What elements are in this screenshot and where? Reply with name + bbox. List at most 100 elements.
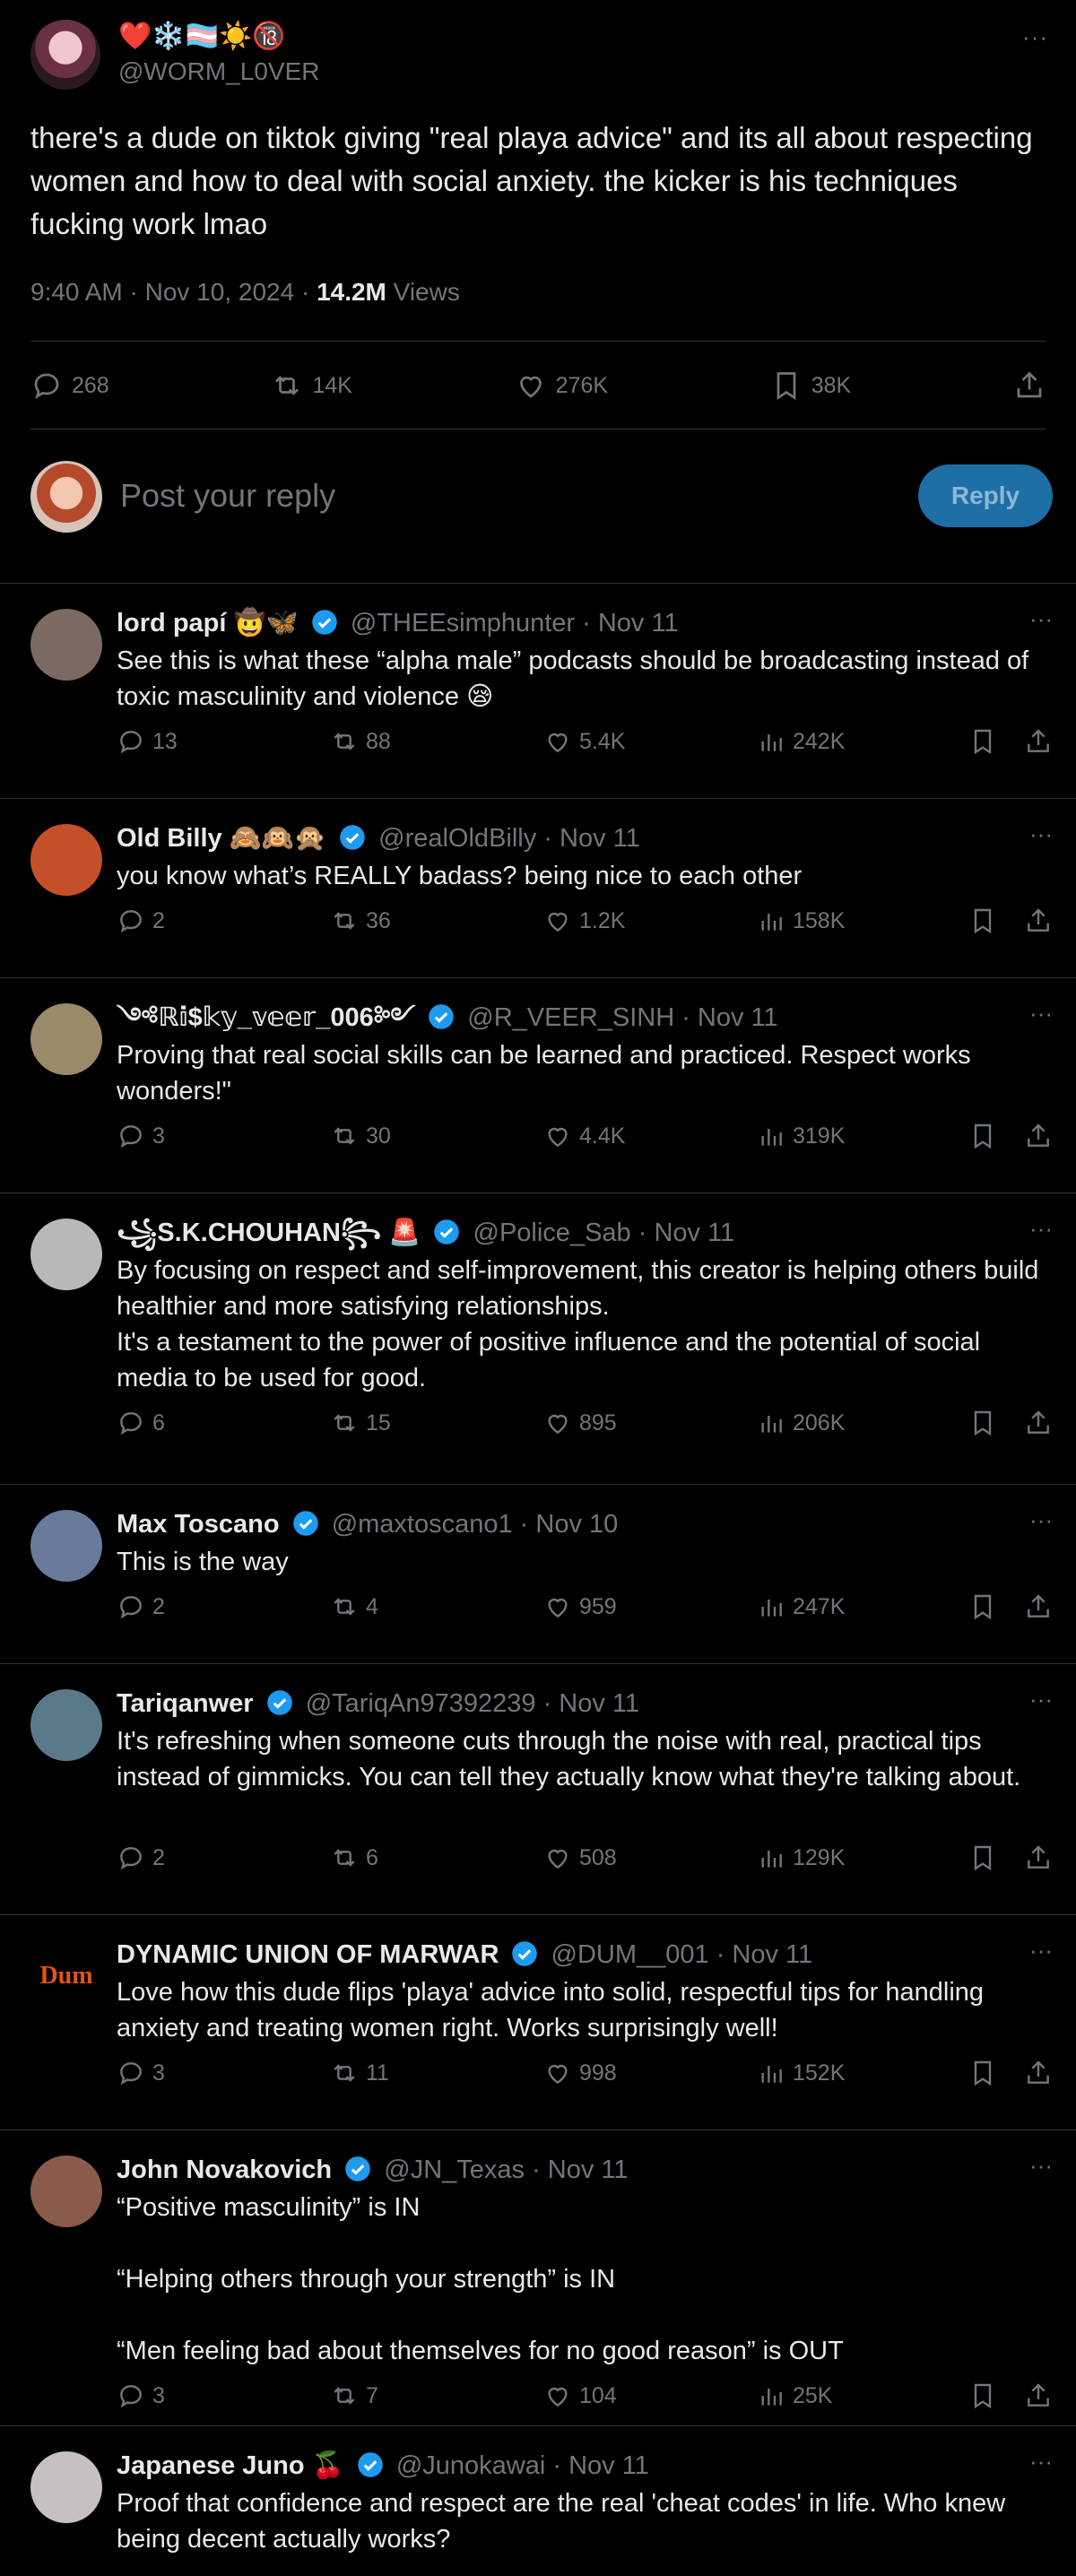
like-action[interactable]: 998 (543, 2059, 617, 2087)
like-action[interactable]: 959 (543, 1592, 617, 1621)
share-action[interactable] (1024, 1409, 1053, 1437)
reply-action[interactable]: 3 (117, 2059, 165, 2087)
more-options-icon[interactable]: ··· (1029, 1506, 1053, 1534)
author-handle[interactable]: @WORM_L0VER (118, 57, 319, 86)
reply-action[interactable]: 3 (117, 2381, 165, 2410)
reply-handle-date[interactable]: @realOldBilly · Nov 11 (378, 824, 640, 853)
repost-action[interactable]: 6 (330, 1843, 378, 1872)
repost-action[interactable]: 88 (330, 727, 391, 756)
reply-avatar[interactable] (30, 1219, 102, 1290)
reply-tweet[interactable]: Max Toscano @maxtoscano1 · Nov 10 ··· Th… (0, 1484, 1076, 1663)
repost-action[interactable]: 15 (330, 1409, 391, 1437)
reply-avatar[interactable] (30, 824, 102, 896)
reply-action[interactable]: 13 (117, 727, 178, 756)
like-action[interactable]: 508 (543, 1843, 617, 1872)
share-action[interactable] (1024, 1843, 1053, 1872)
author-avatar[interactable] (30, 20, 100, 90)
reply-display-name[interactable]: ꧁S.K.CHOUHAN꧂ 🚨 (117, 1219, 421, 1247)
reply-avatar[interactable] (30, 1510, 102, 1582)
repost-action[interactable]: 36 (330, 906, 391, 935)
like-action[interactable]: 5.4K (543, 727, 625, 756)
more-options-icon[interactable]: ··· (1029, 2448, 1053, 2476)
reply-avatar[interactable] (30, 2155, 102, 2227)
reply-avatar[interactable] (30, 2451, 102, 2523)
reply-handle-date[interactable]: @maxtoscano1 · Nov 10 (332, 1510, 619, 1539)
reply-button[interactable]: Reply (918, 464, 1053, 527)
reply-action[interactable]: 2 (117, 1843, 165, 1872)
like-action[interactable]: 4.4K (543, 1122, 625, 1150)
bookmark-action[interactable] (968, 727, 997, 756)
share-action[interactable] (1024, 1592, 1053, 1621)
reply-tweet[interactable]: Tariqanwer @TariqAn97392239 · Nov 11 ···… (0, 1663, 1076, 1914)
reply-handle-date[interactable]: @DUM__001 · Nov 11 (551, 1940, 813, 1969)
views-action[interactable]: 129K (757, 1843, 845, 1872)
reply-handle-date[interactable]: @Police_Sab · Nov 11 (473, 1219, 735, 1247)
repost-action[interactable]: 4 (330, 1592, 378, 1621)
more-options-icon[interactable]: ··· (1029, 1686, 1053, 1713)
views-action[interactable]: 319K (757, 1122, 845, 1150)
reply-handle-date[interactable]: @Junokawai · Nov 11 (396, 2451, 649, 2480)
share-action[interactable] (1024, 2381, 1053, 2410)
views-action[interactable]: 158K (757, 906, 845, 935)
reply-avatar[interactable]: Dum (30, 1940, 102, 2012)
like-action[interactable]: 895 (543, 1409, 617, 1437)
bookmark-action[interactable] (968, 1122, 997, 1150)
reply-display-name[interactable]: Tariqanwer (117, 1689, 254, 1718)
views-action[interactable]: 247K (757, 1592, 845, 1621)
reply-display-name[interactable]: Japanese Juno 🍒 (117, 2451, 344, 2480)
bookmark-action[interactable]: 38K (770, 369, 851, 402)
reply-avatar[interactable] (30, 1003, 102, 1075)
reply-input[interactable]: Post your reply (120, 477, 335, 515)
repost-action[interactable]: 14K (271, 369, 352, 402)
reply-tweet[interactable]: John Novakovich @JN_Texas · Nov 11 ··· “… (0, 2129, 1076, 2425)
reply-tweet[interactable]: ꧁S.K.CHOUHAN꧂ 🚨 @Police_Sab · Nov 11 ···… (0, 1193, 1076, 1484)
reply-handle-date[interactable]: @R_VEER_SINH · Nov 11 (467, 1003, 777, 1032)
reply-avatar[interactable] (30, 609, 102, 681)
reply-action[interactable]: 2 (117, 1592, 165, 1621)
like-action[interactable]: 276K (515, 369, 608, 402)
reply-display-name[interactable]: Old Billy 🙈🙉🙊 (117, 824, 326, 853)
reply-tweet[interactable]: lord papí 🤠🦋 @THEEsimphunter · Nov 11 ··… (0, 583, 1076, 798)
share-action[interactable] (1013, 369, 1046, 402)
views-action[interactable]: 206K (757, 1409, 845, 1437)
more-options-icon[interactable]: ··· (1022, 23, 1048, 51)
bookmark-action[interactable] (968, 1592, 997, 1621)
reply-display-name[interactable]: ༺ℝ𝕚$𝕜𝕪_𝕧𝕖𝕖𝕣_006༻ (117, 1003, 415, 1032)
repost-action[interactable]: 11 (330, 2059, 389, 2087)
more-options-icon[interactable]: ··· (1029, 2152, 1053, 2180)
reply-handle-date[interactable]: @JN_Texas · Nov 11 (384, 2155, 628, 2184)
reply-tweet[interactable]: ༺ℝ𝕚$𝕜𝕪_𝕧𝕖𝕖𝕣_006༻ @R_VEER_SINH · Nov 11 ·… (0, 977, 1076, 1193)
reply-display-name[interactable]: lord papí 🤠🦋 (117, 609, 299, 637)
reply-action[interactable]: 2 (117, 906, 165, 935)
share-action[interactable] (1024, 906, 1053, 935)
bookmark-action[interactable] (968, 1409, 997, 1437)
reply-action[interactable]: 6 (117, 1409, 165, 1437)
like-action[interactable]: 1.2K (543, 906, 625, 935)
views-action[interactable]: 242K (757, 727, 845, 756)
reply-handle-date[interactable]: @TariqAn97392239 · Nov 11 (306, 1689, 639, 1718)
bookmark-action[interactable] (968, 1843, 997, 1872)
repost-action[interactable]: 7 (330, 2381, 378, 2410)
more-options-icon[interactable]: ··· (1029, 1000, 1053, 1028)
reply-display-name[interactable]: DYNAMIC UNION OF MARWAR (117, 1940, 499, 1969)
reply-action[interactable]: 3 (117, 1122, 165, 1150)
reply-handle-date[interactable]: @THEEsimphunter · Nov 11 (351, 609, 679, 637)
share-action[interactable] (1024, 2059, 1053, 2087)
more-options-icon[interactable]: ··· (1029, 820, 1053, 848)
author-display-name[interactable]: ❤️❄️🏳️‍⚧️☀️🔞 (118, 20, 286, 54)
like-action[interactable]: 104 (543, 2381, 617, 2410)
reply-tweet[interactable]: Japanese Juno 🍒 @Junokawai · Nov 11 ··· … (0, 2425, 1076, 2576)
reply-tweet[interactable]: Old Billy 🙈🙉🙊 @realOldBilly · Nov 11 ···… (0, 798, 1076, 977)
repost-action[interactable]: 30 (330, 1122, 391, 1150)
reply-action[interactable]: 268 (30, 369, 109, 402)
tweet-time[interactable]: 9:40 AM · Nov 10, 2024 · (30, 278, 317, 306)
views-action[interactable]: 152K (757, 2059, 845, 2087)
reply-display-name[interactable]: Max Toscano (117, 1510, 280, 1539)
reply-tweet[interactable]: Dum DYNAMIC UNION OF MARWAR @DUM__001 · … (0, 1914, 1076, 2129)
reply-avatar[interactable] (30, 1689, 102, 1761)
share-action[interactable] (1024, 1122, 1053, 1150)
bookmark-action[interactable] (968, 906, 997, 935)
more-options-icon[interactable]: ··· (1029, 1937, 1053, 1965)
bookmark-action[interactable] (968, 2381, 997, 2410)
views-action[interactable]: 25K (757, 2381, 832, 2410)
